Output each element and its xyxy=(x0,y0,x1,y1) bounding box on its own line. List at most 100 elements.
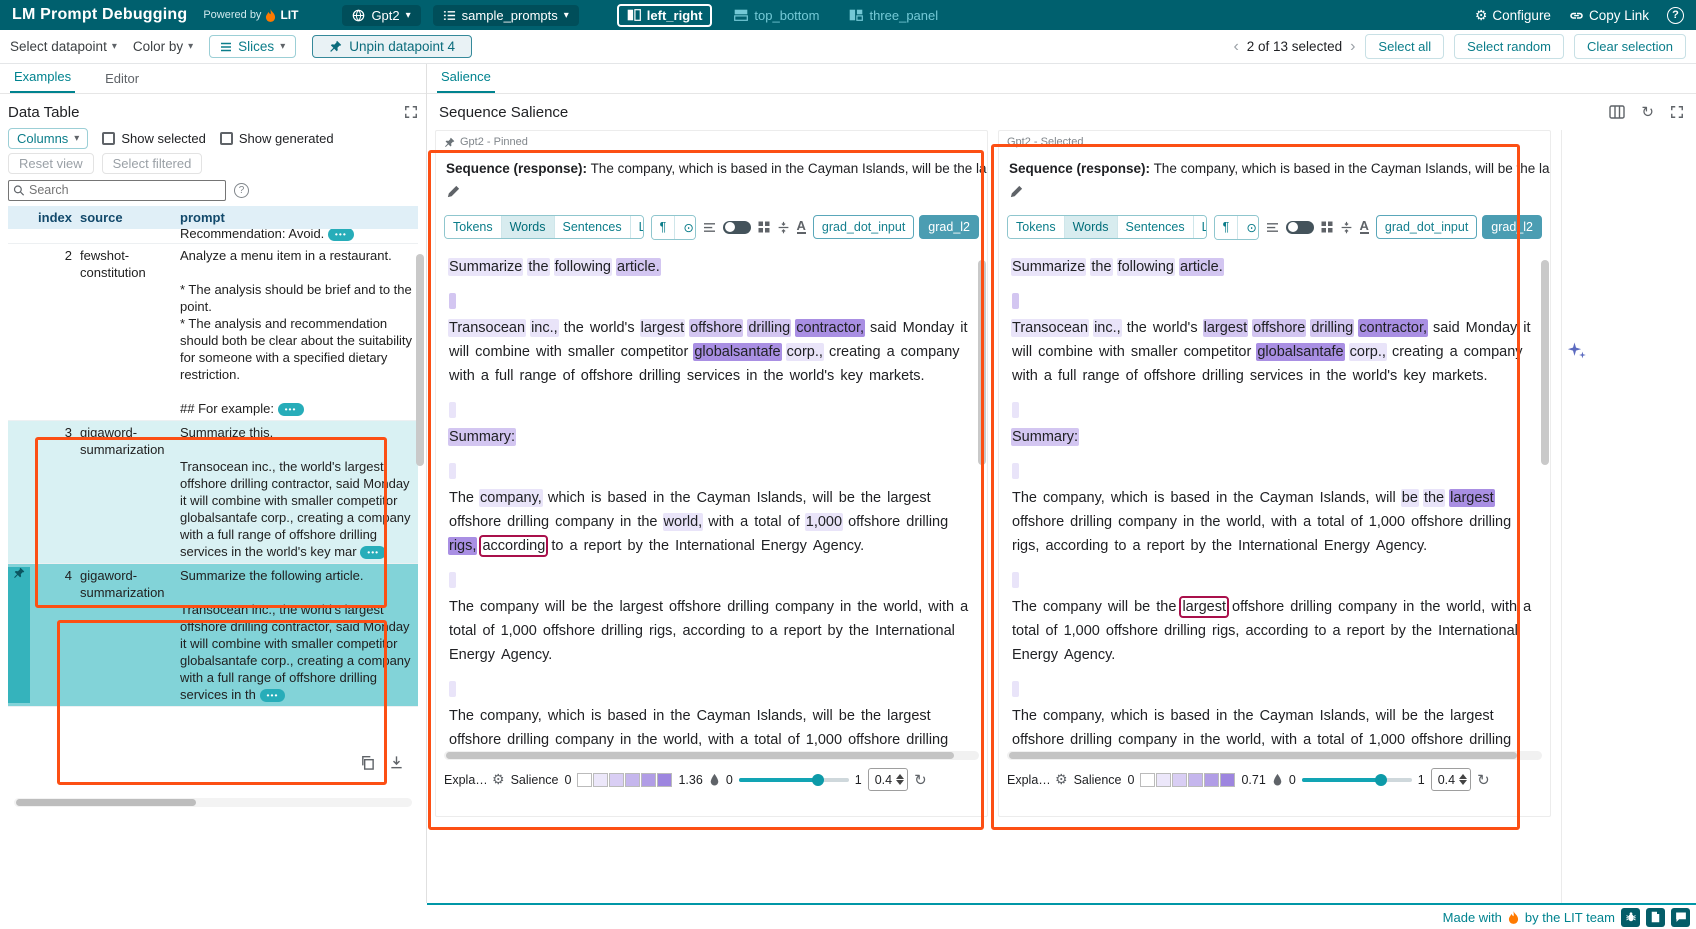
salience-token[interactable]: International xyxy=(1437,622,1519,640)
salience-token[interactable]: the xyxy=(1423,489,1445,507)
salience-token[interactable]: The xyxy=(448,489,475,507)
salience-token[interactable]: Islands, xyxy=(756,489,808,507)
salience-token[interactable]: Monday xyxy=(1465,319,1519,337)
salience-token[interactable]: in xyxy=(619,513,632,531)
table-row[interactable]: Recommendation: Avoid. ••• xyxy=(8,229,418,244)
salience-token[interactable]: with xyxy=(1098,343,1126,361)
salience-token[interactable]: a xyxy=(568,537,578,555)
salience-token[interactable]: of xyxy=(481,622,495,640)
gear-icon[interactable]: ⚙ xyxy=(1055,771,1068,788)
density-icon[interactable] xyxy=(1266,222,1279,233)
salience-token[interactable]: total xyxy=(1316,513,1345,531)
salience-token[interactable]: report xyxy=(1346,622,1386,640)
salience-token[interactable]: to xyxy=(550,537,564,555)
salience-token[interactable]: with xyxy=(1270,513,1298,531)
salience-token[interactable]: in xyxy=(1182,731,1195,749)
salience-token[interactable]: will xyxy=(812,489,834,507)
salience-token[interactable]: a xyxy=(769,622,779,640)
salience-token[interactable]: be xyxy=(1401,489,1419,507)
font-size-icon[interactable]: A xyxy=(1360,220,1369,234)
salience-token[interactable]: services xyxy=(1249,367,1304,385)
reset-view-button[interactable]: Reset view xyxy=(8,153,94,174)
salience-token[interactable]: the xyxy=(1211,537,1233,555)
salience-token[interactable]: the xyxy=(563,319,585,337)
salience-token[interactable]: a xyxy=(480,367,490,385)
explanation-label[interactable]: Expla… xyxy=(1007,773,1049,787)
bug-report-icon[interactable] xyxy=(1621,908,1640,927)
reset-icon[interactable]: ↻ xyxy=(1477,771,1490,789)
salience-token[interactable]: combine xyxy=(1037,343,1094,361)
salience-token[interactable]: offshore xyxy=(1011,731,1065,749)
salience-token[interactable]: the xyxy=(1232,707,1254,725)
show-selected-checkbox[interactable] xyxy=(102,132,115,145)
help-icon[interactable]: ? xyxy=(1667,7,1684,24)
salience-token[interactable]: company, xyxy=(479,707,543,725)
card-horizontal-scrollbar[interactable] xyxy=(444,751,979,760)
salience-token[interactable]: company xyxy=(479,598,540,616)
salience-token[interactable]: be xyxy=(838,707,856,725)
ellipsis-badge[interactable]: ••• xyxy=(278,403,304,416)
salience-token[interactable]: company, xyxy=(1042,707,1106,725)
salience-token[interactable]: offshore xyxy=(1410,731,1464,749)
salience-token[interactable]: world, xyxy=(1226,731,1267,749)
salience-token[interactable]: drilling xyxy=(1069,731,1113,749)
salience-token[interactable]: range xyxy=(519,367,558,385)
salience-threshold-slider[interactable] xyxy=(1302,773,1412,786)
target-toggle[interactable]: ⊙ xyxy=(1238,216,1258,239)
salience-token[interactable]: world, xyxy=(663,513,704,531)
salience-token[interactable]: the xyxy=(1423,707,1445,725)
newline-token[interactable] xyxy=(449,681,456,697)
card-vertical-scrollbar[interactable] xyxy=(1541,260,1549,465)
salience-token[interactable]: with xyxy=(1270,731,1298,749)
download-icon[interactable] xyxy=(389,755,404,770)
method-grad-l2[interactable]: grad_l2 xyxy=(1482,215,1542,239)
slices-button[interactable]: Slices ▾ xyxy=(209,35,296,58)
salience-token[interactable]: of xyxy=(562,367,576,385)
salience-token[interactable]: rigs, xyxy=(648,622,677,640)
salience-token[interactable]: a xyxy=(1043,367,1053,385)
salience-token[interactable]: corp., xyxy=(1349,343,1387,361)
salience-token[interactable]: inc., xyxy=(1093,319,1122,337)
vertical-align-icon[interactable] xyxy=(777,221,790,234)
salience-token[interactable]: creating xyxy=(1391,343,1445,361)
salience-token[interactable]: drilling xyxy=(638,367,682,385)
salience-threshold-slider[interactable] xyxy=(739,773,849,786)
column-header-prompt[interactable]: prompt xyxy=(176,210,418,225)
stepper-icon[interactable] xyxy=(1459,774,1467,785)
salience-token[interactable]: 1,000 xyxy=(1368,731,1406,749)
salience-token[interactable]: world, xyxy=(1226,513,1267,531)
salience-token[interactable]: globalsantafe xyxy=(693,343,781,361)
salience-token[interactable]: to xyxy=(1113,537,1127,555)
newline-token[interactable] xyxy=(1012,463,1019,479)
salience-token[interactable]: a xyxy=(886,343,896,361)
salience-token[interactable]: the xyxy=(636,513,658,531)
salience-token[interactable]: The xyxy=(1011,489,1038,507)
salience-token[interactable]: according xyxy=(481,537,546,555)
salience-token[interactable]: world's xyxy=(1152,319,1199,337)
salience-token[interactable]: rigs, xyxy=(448,537,477,555)
salience-token[interactable]: a xyxy=(1332,622,1342,640)
granularity-tokens[interactable]: Tokens xyxy=(1008,216,1065,238)
salience-token[interactable]: the xyxy=(1090,258,1112,276)
salience-token[interactable]: Energy xyxy=(448,646,496,664)
salience-token[interactable]: is xyxy=(1153,707,1165,725)
font-size-icon[interactable]: A xyxy=(797,220,806,234)
salience-token[interactable]: the xyxy=(527,258,549,276)
salience-token[interactable]: Agency. xyxy=(1063,646,1116,664)
salience-token[interactable]: largest xyxy=(618,598,664,616)
dark-toggle[interactable] xyxy=(723,221,751,234)
salience-token[interactable]: is xyxy=(1153,489,1165,507)
salience-token[interactable]: which xyxy=(547,489,586,507)
tab-editor[interactable]: Editor xyxy=(101,65,143,93)
salience-token[interactable]: Cayman xyxy=(1259,707,1315,725)
fullscreen-icon[interactable] xyxy=(1670,105,1684,119)
salience-token[interactable]: the xyxy=(1155,598,1177,616)
salience-token[interactable]: company xyxy=(554,513,615,531)
salience-token[interactable]: will xyxy=(1107,598,1129,616)
method-grad-dot-input[interactable]: grad_dot_input xyxy=(813,215,914,239)
salience-token[interactable]: competitor xyxy=(1183,343,1253,361)
color-by-menu[interactable]: Color by ▾ xyxy=(133,39,193,54)
salience-token[interactable]: 1,000 xyxy=(1368,513,1406,531)
select-datapoint-menu[interactable]: Select datapoint ▾ xyxy=(10,39,117,54)
unpin-datapoint-button[interactable]: Unpin datapoint 4 xyxy=(312,35,472,58)
